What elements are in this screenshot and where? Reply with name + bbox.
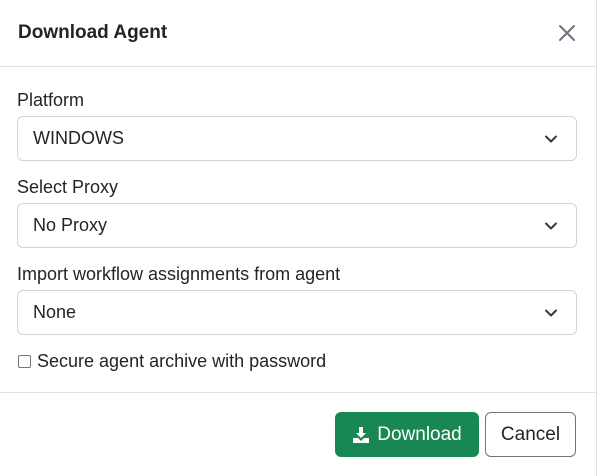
chevron-down-icon [544, 305, 560, 321]
download-button[interactable]: Download [335, 412, 479, 457]
workflow-field: Import workflow assignments from agent N… [17, 263, 577, 335]
platform-select[interactable]: WINDOWS [17, 116, 577, 161]
secure-archive-checkbox[interactable] [18, 354, 31, 368]
download-agent-dialog: Download Agent Platform WINDOWS Select P… [0, 0, 597, 476]
close-button[interactable] [555, 21, 579, 45]
dialog-header: Download Agent [0, 0, 596, 67]
chevron-down-icon [544, 131, 560, 147]
dialog-body: Platform WINDOWS Select Proxy No Proxy I… [0, 67, 596, 392]
close-icon [559, 25, 575, 41]
cancel-button[interactable]: Cancel [485, 412, 576, 457]
secure-archive-row: Secure agent archive with password [17, 350, 576, 372]
platform-field: Platform WINDOWS [17, 89, 577, 161]
dialog-footer: Download Cancel [0, 392, 596, 476]
cancel-button-label: Cancel [500, 423, 561, 445]
secure-archive-label[interactable]: Secure agent archive with password [37, 350, 326, 372]
workflow-select[interactable]: None [17, 290, 577, 335]
platform-select-value: WINDOWS [33, 128, 124, 148]
proxy-label: Select Proxy [17, 177, 119, 197]
proxy-select[interactable]: No Proxy [17, 203, 577, 248]
proxy-select-value: No Proxy [33, 215, 108, 235]
platform-label: Platform [17, 90, 85, 110]
workflow-label: Import workflow assignments from agent [17, 264, 341, 284]
download-icon [353, 426, 370, 443]
proxy-field: Select Proxy No Proxy [17, 176, 577, 248]
chevron-down-icon [544, 218, 560, 234]
workflow-select-value: None [33, 302, 77, 322]
dialog-title: Download Agent [18, 22, 168, 43]
download-button-label: Download [377, 423, 462, 445]
